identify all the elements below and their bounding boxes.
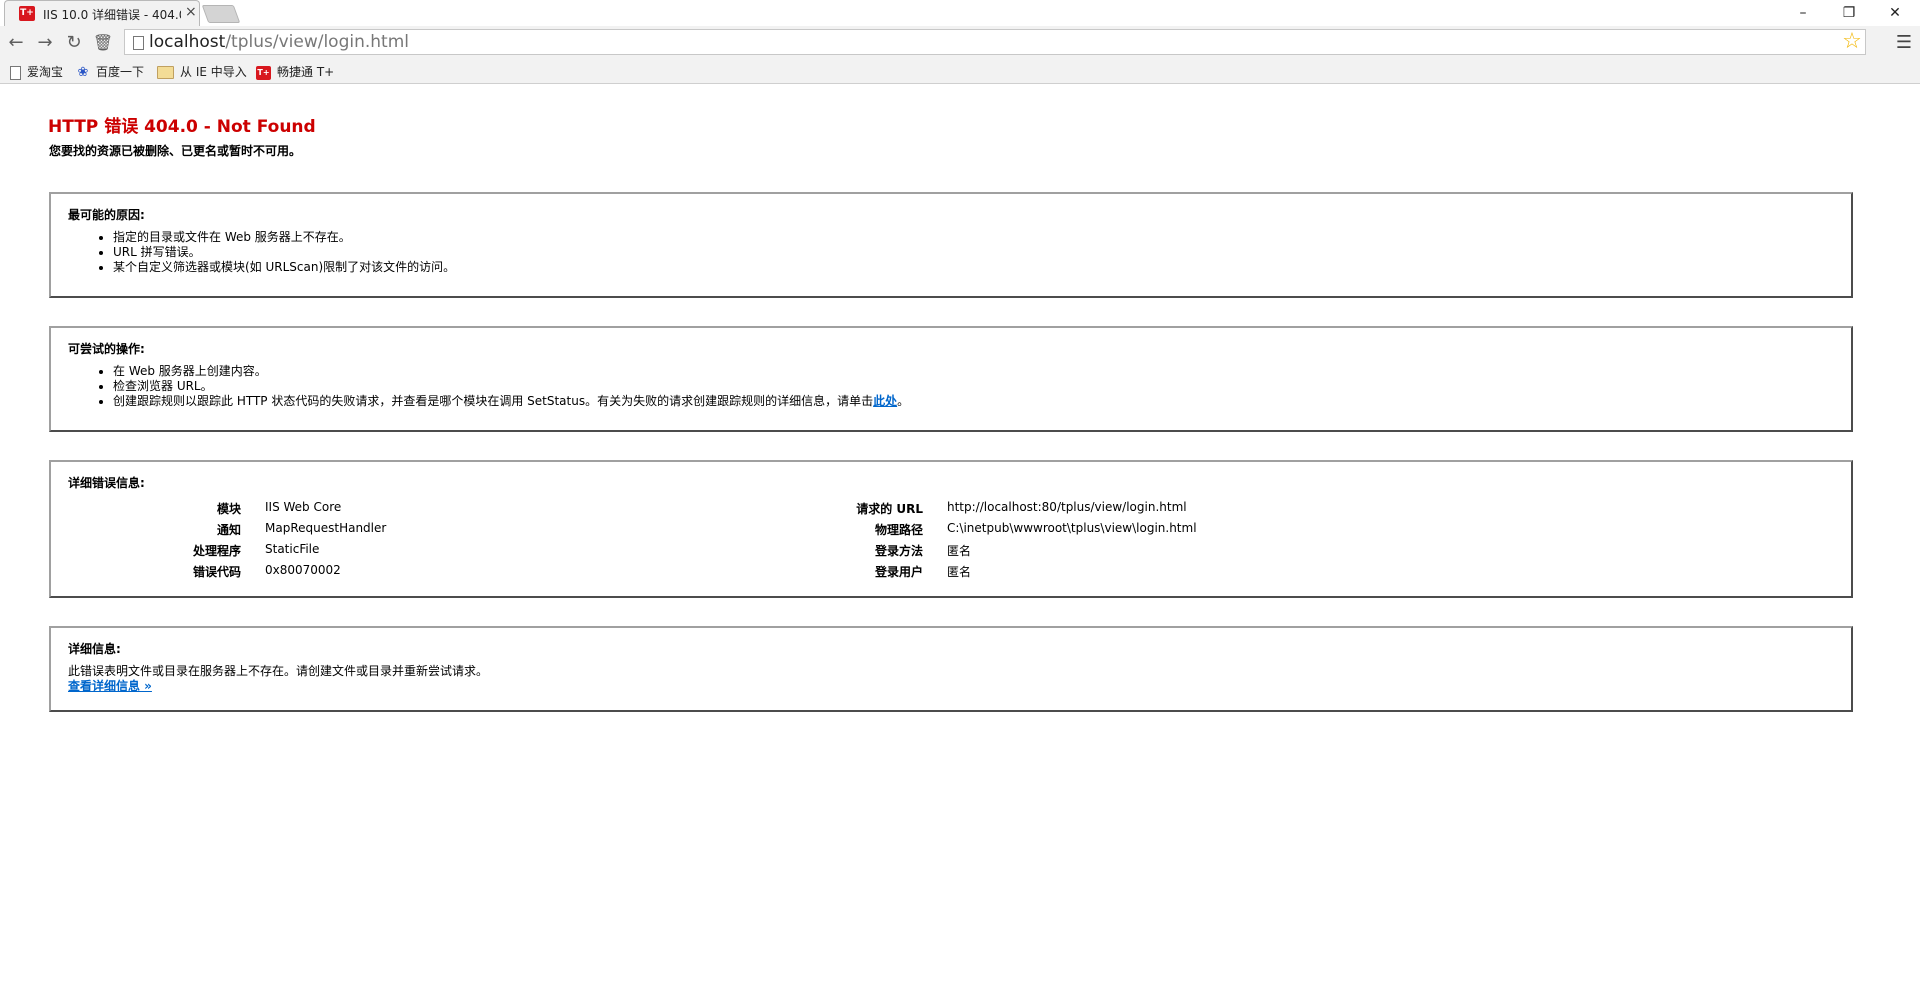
detail-value: C:\inetpub\wwwroot\tplus\view\login.html: [947, 521, 1197, 535]
detail-row: 错误代码 0x80070002: [151, 563, 341, 580]
more-info-box: 详细信息: 此错误表明文件或目录在服务器上不存在。请创建文件或目录并重新尝试请求…: [49, 626, 1853, 712]
tplus-icon: T+: [256, 65, 271, 80]
error-subtitle: 您要找的资源已被删除、已更名或暂时不可用。: [49, 144, 302, 158]
detail-row: 登录用户 匿名: [833, 563, 971, 580]
error-title: HTTP 错误 404.0 - Not Found: [48, 117, 316, 137]
browser-tab[interactable]: T+ IIS 10.0 详细错误 - 404.0 ×: [4, 0, 200, 26]
restore-button[interactable]: ❐: [1826, 0, 1872, 26]
bookmark-item[interactable]: 从 IE 中导入: [157, 63, 247, 81]
actions-heading: 可尝试的操作:: [68, 342, 145, 356]
minimize-button[interactable]: –: [1780, 0, 1826, 26]
reload-icon[interactable]: ↻: [62, 31, 86, 55]
bookmark-item[interactable]: T+ 畅捷通 T+: [256, 63, 334, 81]
back-arrow-icon[interactable]: ←: [4, 31, 28, 55]
detail-label: 登录用户: [874, 565, 923, 579]
detail-label: 物理路径: [874, 523, 923, 537]
detail-value: IIS Web Core: [265, 500, 342, 514]
list-item: 指定的目录或文件在 Web 服务器上不存在。: [113, 230, 455, 245]
forward-arrow-icon[interactable]: →: [33, 31, 57, 55]
details-heading: 详细错误信息:: [68, 476, 145, 490]
paw-icon: ❀: [77, 64, 89, 80]
browser-toolbar: ← → ↻ 🗑 localhost/tplus/view/login.html …: [0, 26, 1920, 60]
page-icon: [10, 65, 21, 80]
url-host: localhost: [149, 32, 226, 52]
menu-icon[interactable]: ☰: [1892, 31, 1916, 55]
bookmark-item[interactable]: 爱淘宝: [10, 63, 63, 81]
list-item: 在 Web 服务器上创建内容。: [113, 364, 909, 379]
detail-value: 匿名: [947, 544, 972, 558]
folder-icon: [157, 66, 174, 79]
detail-value: http://localhost:80/tplus/view/login.htm…: [947, 500, 1187, 514]
bookmark-label: 爱淘宝: [27, 65, 64, 79]
bookmark-label: 从 IE 中导入: [180, 65, 247, 79]
browser-chrome: T+ IIS 10.0 详细错误 - 404.0 × – ❐ ✕ ← → ↻ 🗑…: [0, 0, 1920, 84]
bookmark-star-icon[interactable]: ☆: [1837, 30, 1867, 54]
detail-row: 通知 MapRequestHandler: [151, 521, 386, 538]
causes-heading: 最可能的原因:: [68, 208, 145, 222]
actions-box: 可尝试的操作: 在 Web 服务器上创建内容。 检查浏览器 URL。 创建跟踪规…: [49, 326, 1853, 432]
new-tab-button[interactable]: [201, 5, 241, 23]
tab-strip: T+ IIS 10.0 详细错误 - 404.0 × – ❐ ✕: [0, 0, 1920, 26]
page-icon: [133, 36, 144, 50]
detail-row: 模块 IIS Web Core: [151, 500, 341, 517]
tab-title: IIS 10.0 详细错误 - 404.0: [43, 8, 181, 22]
list-item: 创建跟踪规则以跟踪此 HTTP 状态代码的失败请求，并查看是哪个模块在调用 Se…: [113, 394, 909, 409]
bookmarks-bar: 爱淘宝 ❀ 百度一下 从 IE 中导入 T+ 畅捷通 T+: [0, 60, 1920, 84]
here-link[interactable]: 此处: [873, 394, 897, 408]
detail-row: 登录方法 匿名: [833, 542, 971, 559]
url-path: /tplus/view/login.html: [225, 32, 409, 52]
detail-label: 模块: [216, 502, 241, 516]
address-bar[interactable]: localhost/tplus/view/login.html ☆: [124, 29, 1866, 55]
detail-value: 匿名: [947, 565, 972, 579]
detail-label: 请求的 URL: [856, 502, 923, 516]
detail-value: 0x80070002: [265, 563, 341, 577]
trash-icon[interactable]: 🗑: [91, 31, 115, 55]
causes-box: 最可能的原因: 指定的目录或文件在 Web 服务器上不存在。 URL 拼写错误。…: [49, 192, 1853, 298]
detail-value: StaticFile: [265, 542, 320, 556]
detail-label: 登录方法: [874, 544, 923, 558]
url-text[interactable]: localhost/tplus/view/login.html: [149, 32, 409, 52]
detail-label: 处理程序: [192, 544, 241, 558]
detail-row: 请求的 URL http://localhost:80/tplus/view/lo…: [833, 500, 1186, 517]
tplus-favicon-icon: T+: [19, 6, 35, 21]
list-item: 检查浏览器 URL。: [113, 379, 909, 394]
tab-close-icon[interactable]: ×: [185, 4, 197, 20]
close-window-button[interactable]: ✕: [1872, 0, 1918, 26]
details-box: 详细错误信息: 模块 IIS Web Core 通知 MapRequestHandl…: [49, 460, 1853, 598]
list-item-end: 。: [897, 394, 910, 408]
list-item: URL 拼写错误。: [113, 245, 455, 260]
bookmark-item[interactable]: ❀ 百度一下: [76, 63, 144, 81]
more-info-heading: 详细信息:: [68, 642, 121, 656]
actions-list: 在 Web 服务器上创建内容。 检查浏览器 URL。 创建跟踪规则以跟踪此 HT…: [95, 364, 909, 409]
list-item-text: 创建跟踪规则以跟踪此 HTTP 状态代码的失败请求，并查看是哪个模块在调用 Se…: [113, 394, 874, 408]
detail-row: 处理程序 StaticFile: [151, 542, 319, 559]
causes-list: 指定的目录或文件在 Web 服务器上不存在。 URL 拼写错误。 某个自定义筛选…: [95, 230, 455, 275]
detail-label: 通知: [216, 523, 241, 537]
detail-value: MapRequestHandler: [265, 521, 387, 535]
page-content: HTTP 错误 404.0 - Not Found 您要找的资源已被删除、已更名…: [0, 84, 1920, 984]
detail-row: 物理路径 C:\inetpub\wwwroot\tplus\view\login.…: [833, 521, 1197, 538]
bookmark-label: 畅捷通 T+: [277, 65, 335, 79]
view-details-link[interactable]: 查看详细信息 »: [68, 677, 152, 694]
list-item: 某个自定义筛选器或模块(如 URLScan)限制了对该文件的访问。: [113, 260, 455, 275]
bookmark-label: 百度一下: [96, 65, 145, 79]
detail-label: 错误代码: [192, 565, 241, 579]
